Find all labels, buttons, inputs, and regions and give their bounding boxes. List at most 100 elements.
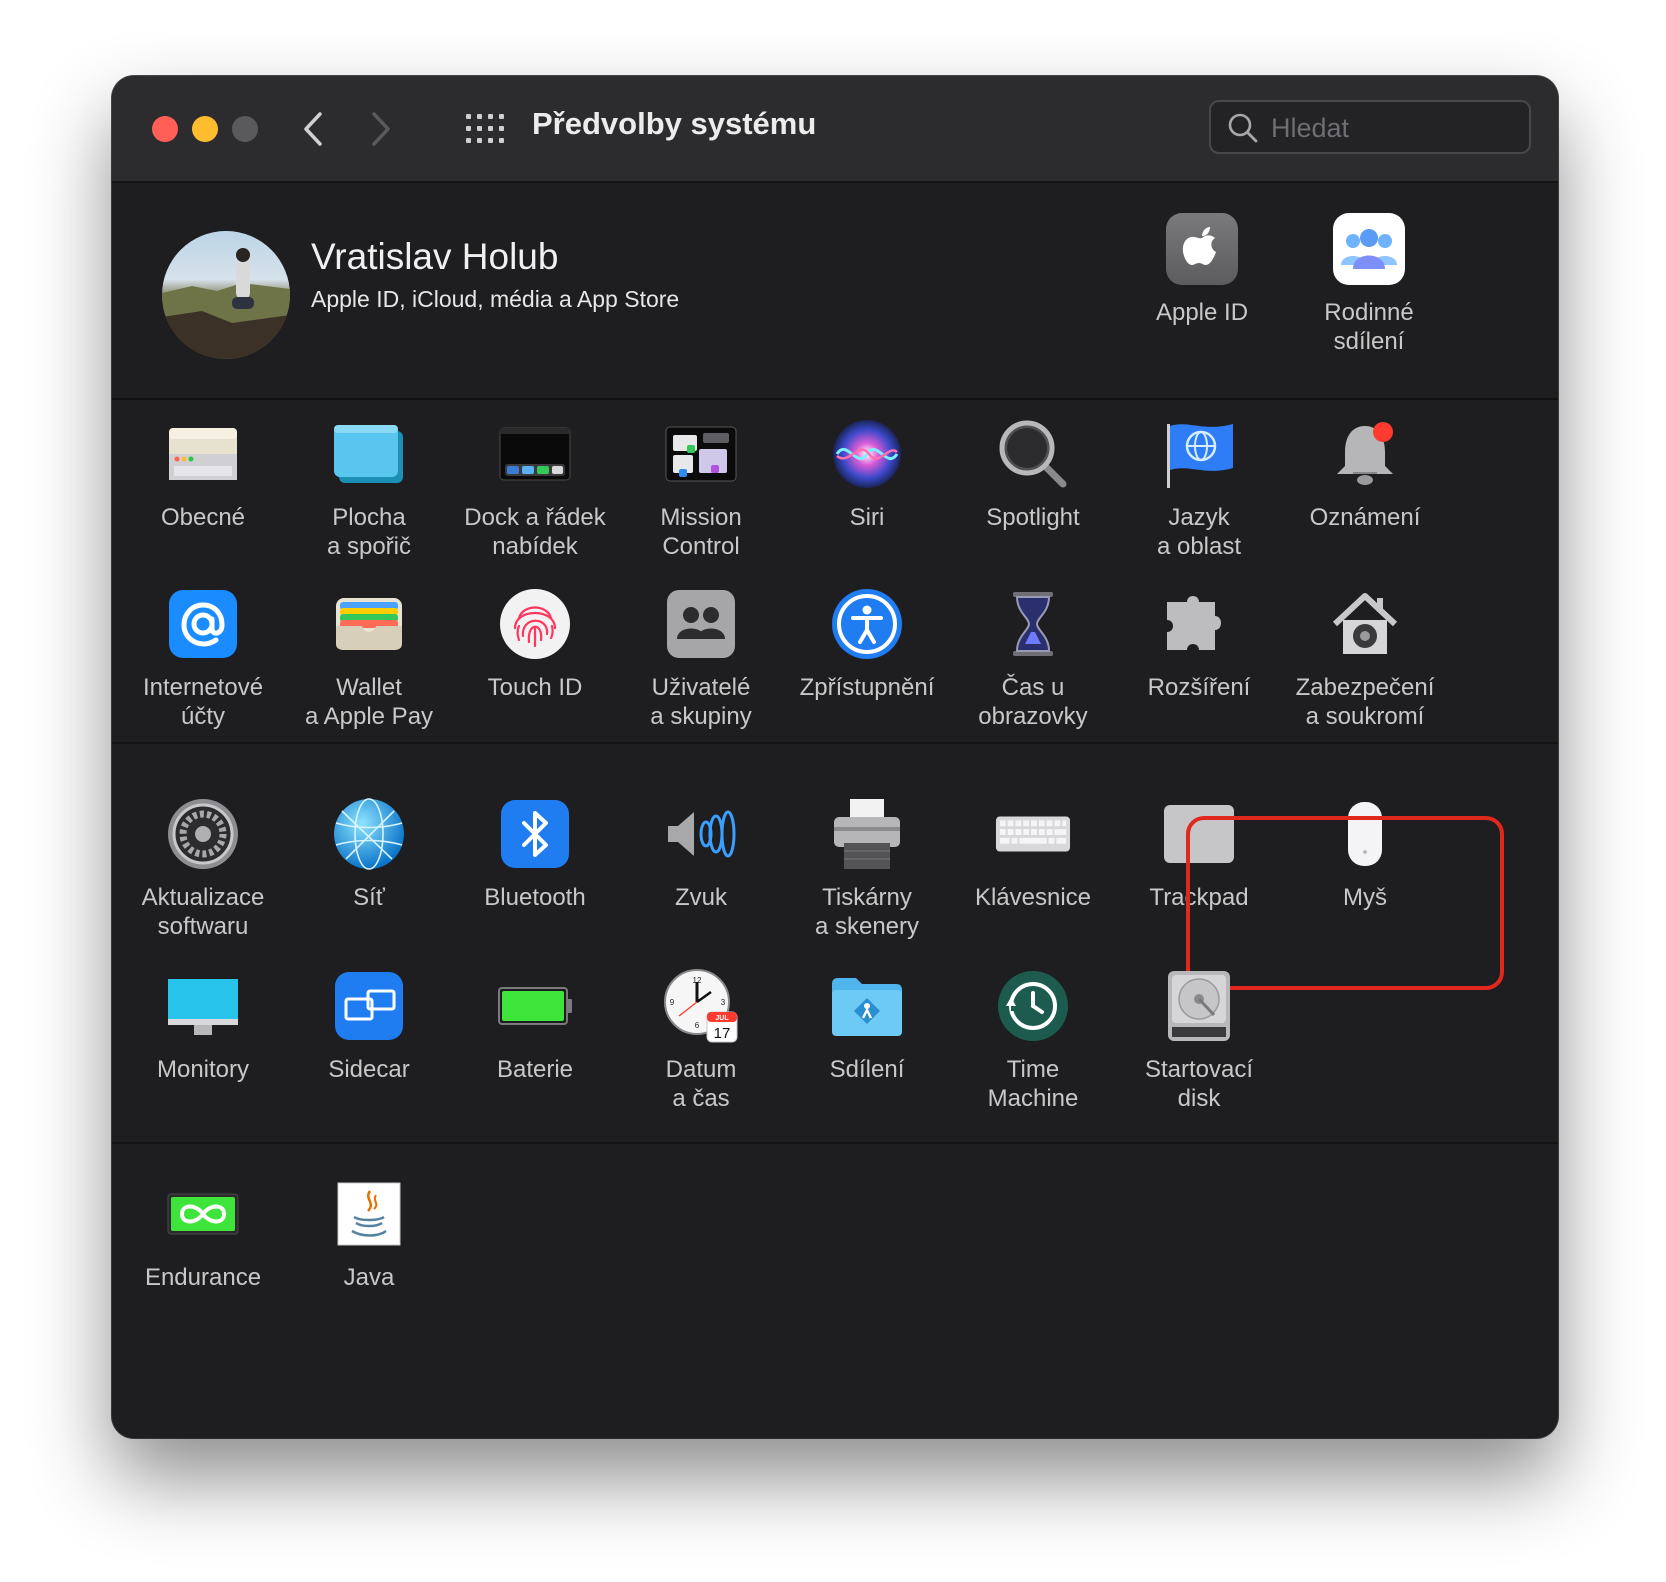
pref-label: Wallet a Apple Pay: [304, 674, 434, 730]
clock-number: 3: [721, 998, 726, 1007]
user-avatar[interactable]: [162, 231, 290, 359]
pref-label: Zpřístupnění: [799, 674, 935, 701]
keyboard-icon: [995, 816, 1071, 852]
security-privacy-icon: [1332, 593, 1398, 654]
pref-sidecar[interactable]: Sidecar: [282, 968, 456, 1084]
pref-label: Time Machine: [987, 1056, 1079, 1112]
java-icon: [337, 1182, 401, 1246]
minimize-button[interactable]: [192, 116, 218, 142]
search-input[interactable]: [1269, 110, 1523, 146]
pref-security-privacy[interactable]: Zabezpečení a soukromí: [1278, 586, 1452, 731]
pref-family-sharing[interactable]: Rodinné sdílení: [1279, 213, 1459, 356]
pref-desktop-screensaver[interactable]: Plocha a spořič: [282, 416, 456, 561]
pref-label: Sidecar: [328, 1056, 410, 1083]
forward-button[interactable]: [360, 104, 400, 154]
startup-disk-icon: [1168, 971, 1230, 1041]
pref-label: Tiskárny a skenery: [814, 884, 920, 940]
pref-general[interactable]: Obecné: [116, 416, 290, 532]
pref-users-groups[interactable]: Uživatelé a skupiny: [614, 586, 788, 731]
pref-touch-id[interactable]: Touch ID: [448, 586, 622, 702]
window-title: Předvolby systému: [532, 106, 817, 141]
pref-date-time[interactable]: 12 3 6 9 JUL 17 Datum a čas: [614, 968, 788, 1113]
pref-notifications[interactable]: Oznámení: [1278, 416, 1452, 532]
section-separator: [112, 742, 1558, 744]
language-region-icon: [1167, 424, 1233, 488]
family-sharing-icon: [1341, 229, 1397, 269]
pref-spotlight[interactable]: Spotlight: [946, 416, 1120, 532]
pref-label: Obecné: [160, 504, 246, 531]
printers-scanners-icon: [834, 799, 900, 869]
pref-label: Datum a čas: [665, 1056, 737, 1112]
trackpad-mouse-highlight: [1186, 816, 1504, 990]
pref-label: Baterie: [496, 1056, 574, 1083]
screen-time-icon: [1013, 592, 1053, 656]
pref-label: Monitory: [156, 1056, 250, 1083]
user-subtitle: Apple ID, iCloud, média a App Store: [311, 286, 680, 312]
pref-wallet[interactable]: Wallet a Apple Pay: [282, 586, 456, 731]
pref-label: Endurance: [144, 1264, 262, 1291]
pref-printers-scanners[interactable]: Tiskárny a skenery: [780, 796, 954, 941]
pref-label: Spotlight: [986, 504, 1080, 531]
pref-screen-time[interactable]: Čas u obrazovky: [946, 586, 1120, 731]
endurance-icon: [167, 1193, 239, 1235]
pref-label: Zabezpečení a soukromí: [1295, 674, 1435, 730]
notifications-icon: [1337, 422, 1393, 485]
bluetooth-icon: [501, 800, 569, 868]
pref-label: Aktualizace softwaru: [141, 884, 265, 940]
pref-network[interactable]: Síť: [282, 796, 456, 912]
pref-label: Rodinné sdílení: [1324, 299, 1414, 355]
zoom-button[interactable]: [232, 116, 258, 142]
pref-apple-id[interactable]: Apple ID: [1112, 213, 1292, 327]
sound-icon: [668, 810, 736, 858]
search-box[interactable]: [1209, 100, 1531, 154]
pref-label: Internetové účty: [142, 674, 264, 730]
calendar-day: 17: [714, 1025, 731, 1042]
pref-displays[interactable]: Monitory: [116, 968, 290, 1084]
wallet-icon: [336, 598, 402, 650]
back-button[interactable]: [294, 104, 334, 154]
pref-bluetooth[interactable]: Bluetooth: [448, 796, 622, 912]
time-machine-icon: [998, 971, 1068, 1041]
pref-dock-menubar[interactable]: Dock a řádek nabídek: [448, 416, 622, 561]
battery-icon: [498, 987, 572, 1025]
displays-icon: [168, 979, 238, 1035]
date-time-icon: 12 3 6 9 JUL 17: [664, 969, 738, 1043]
pref-mission-control[interactable]: Mission Control: [614, 416, 788, 561]
users-groups-icon: [667, 590, 735, 658]
extensions-icon: [1167, 596, 1221, 650]
clock-number: 6: [695, 1021, 700, 1030]
sharing-icon: [832, 978, 902, 1036]
clock-number: 9: [670, 998, 675, 1007]
pref-language-region[interactable]: Jazyk a oblast: [1112, 416, 1286, 561]
pref-label: Rozšíření: [1147, 674, 1251, 701]
close-button[interactable]: [152, 116, 178, 142]
pref-keyboard[interactable]: Klávesnice: [946, 796, 1120, 912]
title-bar: Předvolby systému: [112, 76, 1558, 183]
pref-sharing[interactable]: Sdílení: [780, 968, 954, 1084]
pref-label: Čas u obrazovky: [978, 674, 1088, 730]
pref-label: Dock a řádek nabídek: [464, 504, 606, 560]
pref-siri[interactable]: Siri: [780, 416, 954, 532]
pref-software-update[interactable]: Aktualizace softwaru: [116, 796, 290, 941]
software-update-icon: [168, 799, 238, 869]
pref-label: Jazyk a oblast: [1156, 504, 1242, 560]
grid-icon: [466, 114, 504, 143]
chevron-left-icon: [304, 112, 322, 146]
mission-control-icon: [665, 426, 737, 482]
pref-startup-disk[interactable]: Startovací disk: [1112, 968, 1286, 1113]
pref-accessibility[interactable]: Zpřístupnění: [780, 586, 954, 702]
pref-internet-accounts[interactable]: Internetové účty: [116, 586, 290, 731]
pref-extensions[interactable]: Rozšíření: [1112, 586, 1286, 702]
pref-label: Touch ID: [487, 674, 583, 701]
pref-label: Java: [343, 1264, 395, 1291]
pref-label: Uživatelé a skupiny: [650, 674, 752, 730]
show-all-button[interactable]: [466, 114, 504, 144]
section-separator: [112, 1142, 1558, 1144]
pref-endurance[interactable]: Endurance: [116, 1176, 290, 1292]
pref-battery[interactable]: Baterie: [448, 968, 622, 1084]
pref-sound[interactable]: Zvuk: [614, 796, 788, 912]
avatar-photo: [162, 248, 290, 359]
system-preferences-window: Předvolby systému Vratislav Holub Apple …: [112, 76, 1558, 1438]
pref-time-machine[interactable]: Time Machine: [946, 968, 1120, 1113]
pref-java[interactable]: Java: [282, 1176, 456, 1292]
